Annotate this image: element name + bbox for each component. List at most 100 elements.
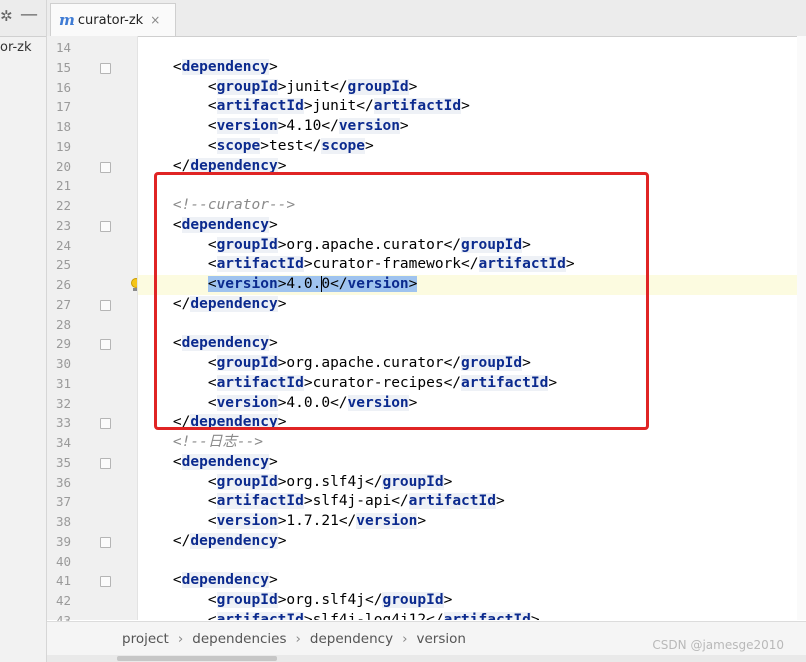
text-node [138, 474, 208, 490]
fold-marker-icon[interactable] [100, 339, 111, 351]
tag-bracket: </ [330, 78, 348, 95]
tag-bracket: > [417, 513, 427, 529]
tag-bracket: < [172, 335, 182, 352]
code-line: <dependency> [138, 334, 806, 354]
fold-marker-icon[interactable] [100, 457, 111, 469]
tag-name: artifactId [478, 256, 566, 273]
line-number: 36 [55, 474, 71, 490]
text-node: 4.0.0 [286, 394, 331, 411]
line-number: 40 [55, 553, 71, 569]
line-number: 41 [55, 573, 71, 589]
editor-tab-bar: m curator-zk × [47, 0, 806, 37]
line-number: 31 [55, 375, 71, 391]
scrollbar-thumb[interactable] [117, 656, 277, 661]
breadcrumb-item-dependency[interactable]: dependency [310, 631, 393, 647]
tag-bracket: < [172, 58, 182, 75]
tag-bracket: > [495, 493, 505, 510]
text-node [138, 335, 173, 351]
tag-name: groupId [382, 592, 444, 608]
tag-name: dependency [181, 572, 269, 589]
tag-bracket: < [207, 493, 217, 510]
line-number: 37 [55, 494, 71, 510]
fold-marker-icon[interactable] [100, 220, 111, 232]
tag-name: version [347, 276, 409, 292]
tag-name: groupId [461, 355, 523, 371]
text-node [138, 493, 208, 509]
text-node [138, 513, 208, 529]
tag-bracket: > [522, 236, 531, 253]
tag-bracket: > [260, 137, 269, 154]
tag-bracket: </ [338, 513, 357, 529]
project-toolbar: ✲ — [0, 0, 46, 37]
vertical-scrollbar[interactable] [797, 36, 806, 620]
text-node: slf4j-api [312, 493, 392, 510]
tag-name: dependency [181, 335, 269, 352]
code-line: <artifactId>curator-framework</artifactI… [138, 255, 806, 275]
breadcrumb-item-dependencies[interactable]: dependencies [192, 631, 286, 647]
line-number: 28 [55, 316, 71, 332]
code-line: <version>4.10</version> [138, 117, 806, 137]
text-node [138, 98, 208, 114]
tag-name: version [216, 513, 278, 529]
fold-marker-icon[interactable] [100, 576, 111, 588]
code-area[interactable]: <dependency> <groupId>junit</groupId> <a… [138, 36, 806, 620]
code-line: <version>1.7.21</version> [138, 512, 806, 532]
line-number: 18 [55, 119, 71, 134]
fold-marker-icon[interactable] [100, 536, 111, 548]
tag-bracket: </ [443, 236, 462, 253]
watermark: CSDN @jamesge2010 [652, 638, 784, 652]
tag-bracket: > [365, 137, 374, 154]
text-node [138, 355, 208, 371]
code-line: <groupId>org.apache.curator</groupId> [138, 354, 806, 374]
tag-bracket: < [207, 236, 217, 253]
code-line: <!--日志--> [138, 433, 806, 453]
tag-bracket: > [277, 295, 287, 312]
project-tree-item[interactable]: or-zk [0, 40, 32, 55]
gear-icon[interactable]: ✲ [0, 7, 13, 25]
line-number: 39 [55, 533, 71, 549]
tag-name: artifactId [216, 374, 304, 391]
chevron-right-icon: › [177, 631, 184, 647]
breadcrumb-item-project[interactable]: project [122, 631, 169, 647]
line-number: 16 [55, 79, 71, 95]
tag-bracket: </ [330, 276, 348, 292]
fold-marker-icon[interactable] [100, 62, 111, 74]
tag-bracket: > [408, 394, 418, 411]
tag-name: dependency [190, 532, 278, 549]
tag-bracket: < [207, 473, 217, 490]
code-line: <artifactId>slf4j-api</artifactId> [138, 492, 806, 512]
text-node: junit [286, 78, 331, 95]
tag-name: dependency [181, 58, 269, 75]
line-number: 29 [55, 336, 71, 352]
editor-gutter: 14 15 16 17 18 19 20 21 22 23 24 25 26 27 28 29 30 31 32 33… [47, 36, 141, 628]
fold-marker-icon[interactable] [100, 299, 111, 311]
code-line: </dependency> [138, 413, 806, 433]
close-tab-icon[interactable]: × [150, 13, 160, 27]
fold-marker-icon[interactable] [100, 418, 111, 430]
line-number: 30 [55, 356, 71, 371]
tag-name: artifactId [216, 493, 304, 510]
text-node [138, 533, 173, 549]
breadcrumb-item-version[interactable]: version [416, 631, 465, 647]
tag-bracket: > [530, 611, 540, 620]
fold-marker-icon[interactable] [100, 161, 111, 173]
text-node: 4.0. [286, 276, 322, 292]
tag-bracket: > [277, 414, 287, 431]
line-number: 22 [55, 198, 71, 213]
tag-bracket: > [303, 374, 313, 391]
tag-name: groupId [216, 78, 278, 95]
horizontal-scrollbar[interactable] [47, 655, 806, 662]
project-panel-strip: ✲ — or-zk [0, 0, 47, 662]
collapse-icon[interactable]: — [20, 4, 38, 25]
line-number: 33 [55, 415, 71, 431]
code-line: <groupId>org.apache.curator</groupId> [138, 236, 806, 256]
tag-bracket: < [207, 276, 217, 292]
tag-bracket: > [268, 572, 278, 589]
tab-curator-zk[interactable]: m curator-zk × [50, 3, 176, 36]
chevron-right-icon: › [295, 631, 301, 647]
text-node: curator-framework [312, 256, 462, 273]
tag-bracket: > [277, 532, 287, 549]
tag-bracket: < [207, 137, 217, 154]
